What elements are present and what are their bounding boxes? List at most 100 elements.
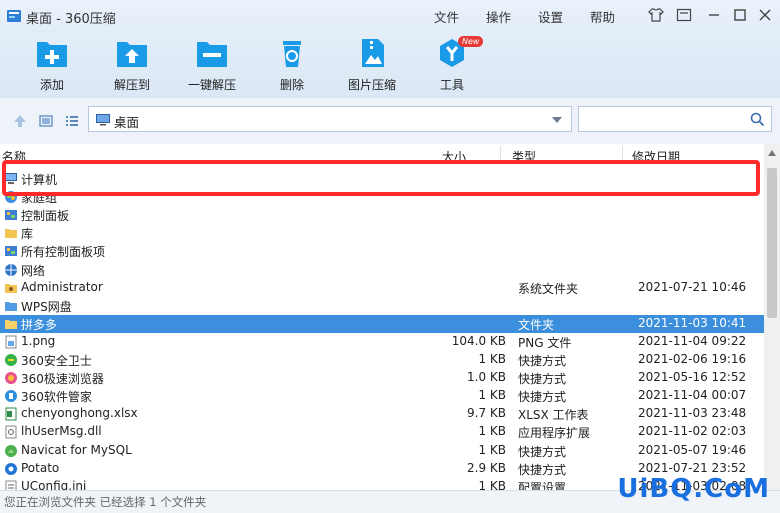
file-name: 网络 xyxy=(21,263,46,278)
file-date: 2021-07-21 23:52 xyxy=(638,460,747,475)
up-arrow-icon[interactable] xyxy=(12,113,28,129)
file-row[interactable]: 360软件管家 1 KB 快捷方式 2021-11-04 00:07 xyxy=(0,387,764,405)
image-compress-button[interactable]: 图片压缩 xyxy=(334,36,410,93)
image-compress-label: 图片压缩 xyxy=(347,78,396,92)
360-security-icon xyxy=(5,354,17,366)
network-icon xyxy=(5,263,17,276)
list-view-icon[interactable] xyxy=(64,113,80,129)
file-row[interactable]: 控制面板 xyxy=(0,206,764,224)
delete-button[interactable]: 删除 xyxy=(254,36,330,93)
column-header-date[interactable]: 修改日期 xyxy=(632,148,680,165)
file-row[interactable]: 拼多多 文件夹 2021-11-03 10:41 xyxy=(0,314,764,333)
search-input[interactable] xyxy=(583,110,747,130)
file-row[interactable]: lhUserMsg.dll 1 KB 应用程序扩展 2021-11-02 02:03 xyxy=(0,423,764,441)
file-row[interactable]: 网络 xyxy=(0,261,764,279)
file-list: 名称 大小 类型 修改日期 计算机 家庭组控制面板库所有控制面板项网络 Admini… xyxy=(0,144,764,490)
scrollbar-thumb[interactable] xyxy=(767,168,777,318)
column-header-size[interactable]: 大小 xyxy=(442,148,466,165)
search-icon[interactable] xyxy=(750,112,765,127)
control-panel-icon xyxy=(5,246,17,257)
navicat-icon xyxy=(5,444,17,457)
chevron-down-icon[interactable] xyxy=(551,116,563,124)
file-date: 2021-11-04 00:07 xyxy=(638,388,747,403)
delete-label: 删除 xyxy=(279,78,304,92)
menu-file[interactable]: 文件 xyxy=(434,7,459,26)
address-field[interactable]: 桌面 xyxy=(88,106,572,132)
file-row[interactable]: 家庭组 xyxy=(0,188,764,206)
column-divider[interactable] xyxy=(622,146,623,162)
toolbar: 添加 解压到 一键解压 删除 图片压缩 New 工具 xyxy=(0,32,780,98)
extract-to-icon xyxy=(117,42,147,67)
file-date: 2021-07-21 10:46 xyxy=(638,279,747,294)
address-bar-area: 桌面 xyxy=(0,98,780,144)
file-date: 2021-11-02 02:03 xyxy=(638,424,747,439)
one-click-extract-label: 一键解压 xyxy=(187,78,236,92)
file-type: 快捷方式 xyxy=(518,462,567,477)
image-compress-icon xyxy=(362,39,384,67)
extract-to-label: 解压到 xyxy=(113,78,150,92)
file-row[interactable]: 360极速浏览器 1.0 KB 快捷方式 2021-05-16 12:52 xyxy=(0,369,764,387)
file-name: 拼多多 xyxy=(21,317,58,332)
file-name: 360极速浏览器 xyxy=(21,372,104,387)
file-row[interactable]: 360安全卫士 1 KB 快捷方式 2021-02-06 19:16 xyxy=(0,351,764,369)
file-row[interactable]: 所有控制面板项 xyxy=(0,242,764,260)
file-name: 控制面板 xyxy=(21,209,70,224)
file-type: 快捷方式 xyxy=(518,354,567,368)
image-file-icon xyxy=(5,335,17,349)
scroll-up-icon[interactable] xyxy=(768,150,776,156)
minimize-icon[interactable] xyxy=(705,6,723,24)
file-date: 2021-05-16 12:52 xyxy=(638,370,747,385)
file-date: 2021-05-07 19:46 xyxy=(638,442,747,457)
address-path: 桌面 xyxy=(114,115,140,130)
file-name: Potato xyxy=(21,460,60,475)
file-name: 360软件管家 xyxy=(21,390,92,405)
file-name: UConfig.ini xyxy=(21,478,87,490)
search-box[interactable] xyxy=(578,106,772,132)
file-row[interactable]: 库 xyxy=(0,224,764,242)
file-name: 1.png xyxy=(21,333,56,348)
menu-settings[interactable]: 设置 xyxy=(538,7,563,26)
file-date: 2021-11-03 23:48 xyxy=(638,406,747,421)
file-name: Navicat for MySQL xyxy=(21,442,132,457)
menu-operate[interactable]: 操作 xyxy=(486,7,511,26)
tools-button[interactable]: New 工具 xyxy=(414,36,490,93)
file-name: 360安全卫士 xyxy=(21,354,92,368)
column-header-type[interactable]: 类型 xyxy=(512,148,536,165)
thumbnail-view-icon[interactable] xyxy=(38,113,54,129)
file-type: 快捷方式 xyxy=(518,444,567,459)
one-click-extract-button[interactable]: 一键解压 xyxy=(174,36,250,93)
file-size: 9.7 KB xyxy=(467,406,506,421)
file-size: 1 KB xyxy=(478,442,506,457)
file-row[interactable]: 1.png 104.0 KB PNG 文件 2021-11-04 09:22 xyxy=(0,333,764,351)
file-size: 2.9 KB xyxy=(467,460,506,475)
add-button[interactable]: 添加 xyxy=(14,36,90,93)
file-name: 计算机 xyxy=(21,173,58,187)
close-icon[interactable] xyxy=(756,6,774,24)
computer-icon xyxy=(5,173,17,184)
feedback-icon[interactable] xyxy=(675,6,693,24)
file-row[interactable]: chenyonghong.xlsx 9.7 KB XLSX 工作表 2021-11-0… xyxy=(0,405,764,423)
menu-help[interactable]: 帮助 xyxy=(590,7,615,26)
file-row[interactable]: 计算机 xyxy=(0,170,764,188)
file-row[interactable]: Administrator 系统文件夹 2021-07-21 10:46 xyxy=(0,279,764,297)
column-divider[interactable] xyxy=(500,146,501,162)
file-row[interactable]: WPS网盘 xyxy=(0,297,764,315)
file-date: 2021-11-04 09:22 xyxy=(638,333,747,348)
add-icon xyxy=(37,42,67,67)
file-size: 104.0 KB xyxy=(451,333,506,348)
file-name: 库 xyxy=(21,227,34,242)
maximize-icon[interactable] xyxy=(731,6,749,24)
file-type: 快捷方式 xyxy=(518,372,567,387)
extract-to-button[interactable]: 解压到 xyxy=(94,36,170,93)
watermark: UiBQ.CoM xyxy=(617,474,770,504)
tools-label: 工具 xyxy=(439,78,464,92)
360-software-icon xyxy=(5,390,17,403)
skin-icon[interactable] xyxy=(647,6,665,24)
vertical-scrollbar[interactable] xyxy=(764,144,780,490)
file-row[interactable]: Navicat for MySQL 1 KB 快捷方式 2021-05-07 19:4… xyxy=(0,442,764,460)
column-header-name[interactable]: 名称 xyxy=(2,148,26,165)
potato-icon xyxy=(5,462,17,475)
file-type: 配置设置 xyxy=(518,480,567,490)
cloud-folder-icon xyxy=(5,301,17,311)
file-name: Administrator xyxy=(21,279,103,294)
